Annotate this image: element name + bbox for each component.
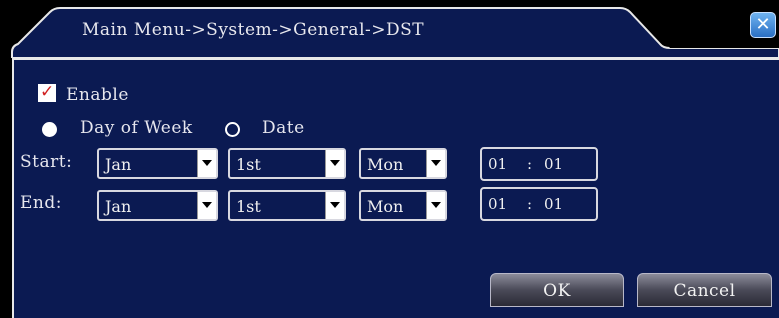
end-time-input[interactable]: 01 : 01: [480, 187, 598, 221]
enable-checkbox[interactable]: ✓: [38, 82, 56, 102]
date-label: Date: [262, 118, 305, 138]
start-month-value: Jan: [105, 155, 132, 174]
end-week-value: 1st: [236, 197, 261, 216]
start-day-select[interactable]: Mon: [359, 148, 447, 179]
start-time-input[interactable]: 01 : 01: [480, 147, 598, 181]
dst-dialog: Main Menu->System->General->DST ✕ ✓ Enab…: [0, 0, 779, 318]
chevron-down-icon[interactable]: [197, 192, 216, 219]
end-minute-value[interactable]: 01: [544, 195, 563, 213]
end-month-select[interactable]: Jan: [97, 190, 218, 221]
chevron-down-icon[interactable]: [426, 192, 445, 219]
chevron-down-icon[interactable]: [325, 150, 344, 177]
cancel-button[interactable]: Cancel: [637, 273, 772, 307]
start-minute-value[interactable]: 01: [544, 155, 563, 173]
start-week-value: 1st: [236, 155, 261, 174]
start-week-select[interactable]: 1st: [228, 148, 346, 179]
close-button[interactable]: ✕: [750, 12, 776, 38]
end-label: End:: [20, 193, 62, 213]
chevron-down-icon[interactable]: [426, 150, 445, 177]
check-icon: ✓: [40, 82, 55, 102]
start-hour-value[interactable]: 01: [488, 155, 507, 173]
end-day-select[interactable]: Mon: [359, 190, 447, 221]
end-time-separator: :: [527, 195, 533, 213]
enable-label: Enable: [66, 85, 129, 105]
day-of-week-radio[interactable]: [42, 122, 57, 137]
end-month-value: Jan: [105, 197, 132, 216]
end-hour-value[interactable]: 01: [488, 195, 507, 213]
start-label: Start:: [20, 152, 73, 172]
chevron-down-icon[interactable]: [325, 192, 344, 219]
start-time-separator: :: [527, 155, 533, 173]
start-day-value: Mon: [367, 155, 404, 174]
ok-button[interactable]: OK: [490, 273, 624, 307]
date-radio[interactable]: [225, 122, 240, 137]
end-day-value: Mon: [367, 197, 404, 216]
day-of-week-label: Day of Week: [80, 118, 193, 138]
window-title: Main Menu->System->General->DST: [82, 20, 425, 40]
chevron-down-icon[interactable]: [197, 150, 216, 177]
end-week-select[interactable]: 1st: [228, 190, 346, 221]
start-month-select[interactable]: Jan: [97, 148, 218, 179]
